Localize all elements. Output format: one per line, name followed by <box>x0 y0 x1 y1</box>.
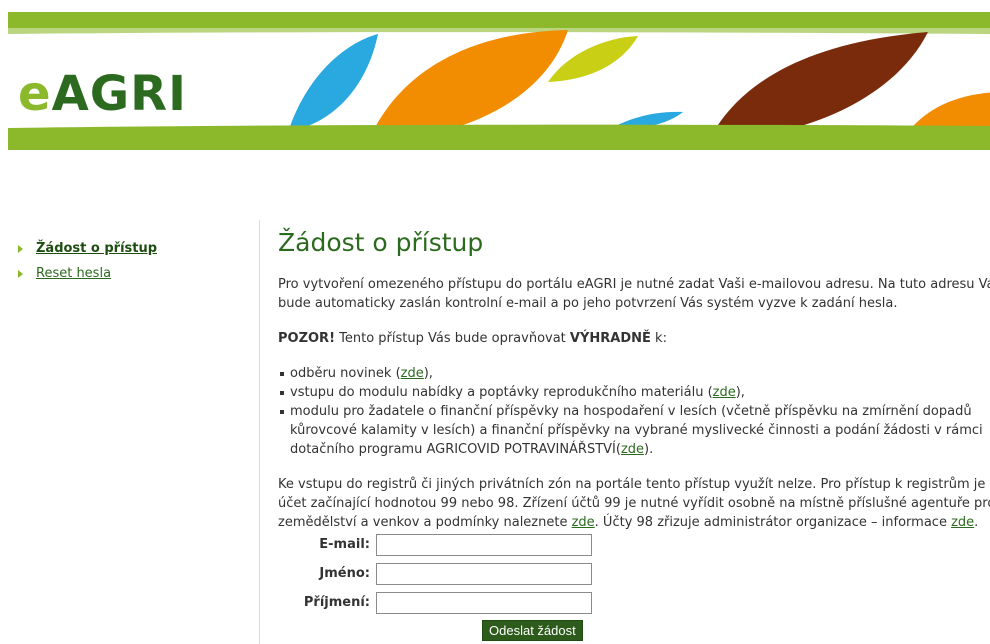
warning-end: k: <box>650 331 667 346</box>
permission-list: odběru novinek (zde), vstupu do modulu n… <box>278 364 990 459</box>
warning-strong: VÝHRADNĚ <box>569 331 651 346</box>
sidebar-item-label[interactable]: Žádost o přístup <box>36 241 157 256</box>
logo-prefix: e <box>18 66 52 122</box>
list-item-text: ). <box>644 442 654 457</box>
registry-line: Ke vstupu do registrů či jiných privátní… <box>278 477 990 492</box>
list-item-text: dotačního programu AGRICOVID POTRAVINÁŘS… <box>290 442 621 457</box>
main-content: Žádost o přístup Pro vytvoření omezeného… <box>278 222 990 548</box>
agricovid-link[interactable]: zde <box>621 442 644 457</box>
firstname-row: Jméno: <box>278 559 592 588</box>
intro-line: Pro vytvoření omezeného přístupu do port… <box>278 277 990 292</box>
email-row: E-mail: <box>278 530 592 559</box>
registry-line: . Účty 98 zřizuje administrátor organiza… <box>594 515 952 530</box>
firstname-field[interactable] <box>376 562 592 585</box>
submit-row: Odeslat žádost <box>278 620 592 641</box>
arrow-right-icon <box>18 244 23 253</box>
sidebar-item-reset-password[interactable]: Reset hesla <box>16 261 248 286</box>
page-title: Žádost o přístup <box>278 228 484 257</box>
warning-paragraph: POZOR! Tento přístup Vás bude opravňovat… <box>278 329 990 348</box>
warning-label: POZOR! <box>278 331 335 346</box>
firstname-label: Jméno: <box>319 566 370 581</box>
agency-conditions-link[interactable]: zde <box>572 515 595 530</box>
admin-info-link[interactable]: zde <box>951 515 974 530</box>
lastname-row: Příjmení: <box>278 588 592 617</box>
list-item-text: vstupu do modulu nabídky a poptávky repr… <box>290 385 713 400</box>
list-item-text: odběru novinek ( <box>290 366 401 381</box>
eagri-logo[interactable]: eAGRI <box>18 66 187 122</box>
email-field[interactable] <box>376 533 592 556</box>
list-item-text: ), <box>423 366 433 381</box>
sidebar-item-access-request[interactable]: Žádost o přístup <box>16 236 248 261</box>
list-item-text: kůrovcové kalamity v lesích) a finanční … <box>290 423 983 438</box>
list-item-text: ), <box>735 385 745 400</box>
header-banner: eAGRI <box>8 12 990 150</box>
list-item: modulu pro žadatele o finanční příspěvky… <box>278 402 990 459</box>
registry-line: zemědělství a venkov a podmínky naleznet… <box>278 515 572 530</box>
newsletter-link[interactable]: zde <box>401 366 424 381</box>
sidebar: Žádost o přístup Reset hesla <box>16 236 248 286</box>
lastname-field[interactable] <box>376 591 592 614</box>
market-module-link[interactable]: zde <box>713 385 736 400</box>
registry-paragraph: Ke vstupu do registrů či jiných privátní… <box>278 475 990 532</box>
registry-line: účet začínající hodnotou 99 nebo 98. Zří… <box>278 496 990 511</box>
warning-text: Tento přístup Vás bude opravňovat <box>335 331 570 346</box>
logo-main: AGRI <box>51 66 187 122</box>
arrow-right-icon <box>18 269 23 278</box>
intro-line: bude automaticky zaslán kontrolní e-mail… <box>278 296 898 311</box>
lastname-label: Příjmení: <box>303 595 370 610</box>
list-item: odběru novinek (zde), <box>278 364 990 383</box>
sidebar-divider <box>259 220 260 644</box>
intro-paragraph: Pro vytvoření omezeného přístupu do port… <box>278 275 990 313</box>
email-label: E-mail: <box>319 537 370 552</box>
access-request-form: E-mail: Jméno: Příjmení: Odeslat žádost <box>278 530 592 641</box>
list-item: vstupu do modulu nabídky a poptávky repr… <box>278 383 990 402</box>
sidebar-item-label[interactable]: Reset hesla <box>36 266 111 281</box>
registry-line: . <box>974 515 979 530</box>
submit-request-button[interactable]: Odeslat žádost <box>482 620 583 641</box>
list-item-text: modulu pro žadatele o finanční příspěvky… <box>290 404 972 419</box>
